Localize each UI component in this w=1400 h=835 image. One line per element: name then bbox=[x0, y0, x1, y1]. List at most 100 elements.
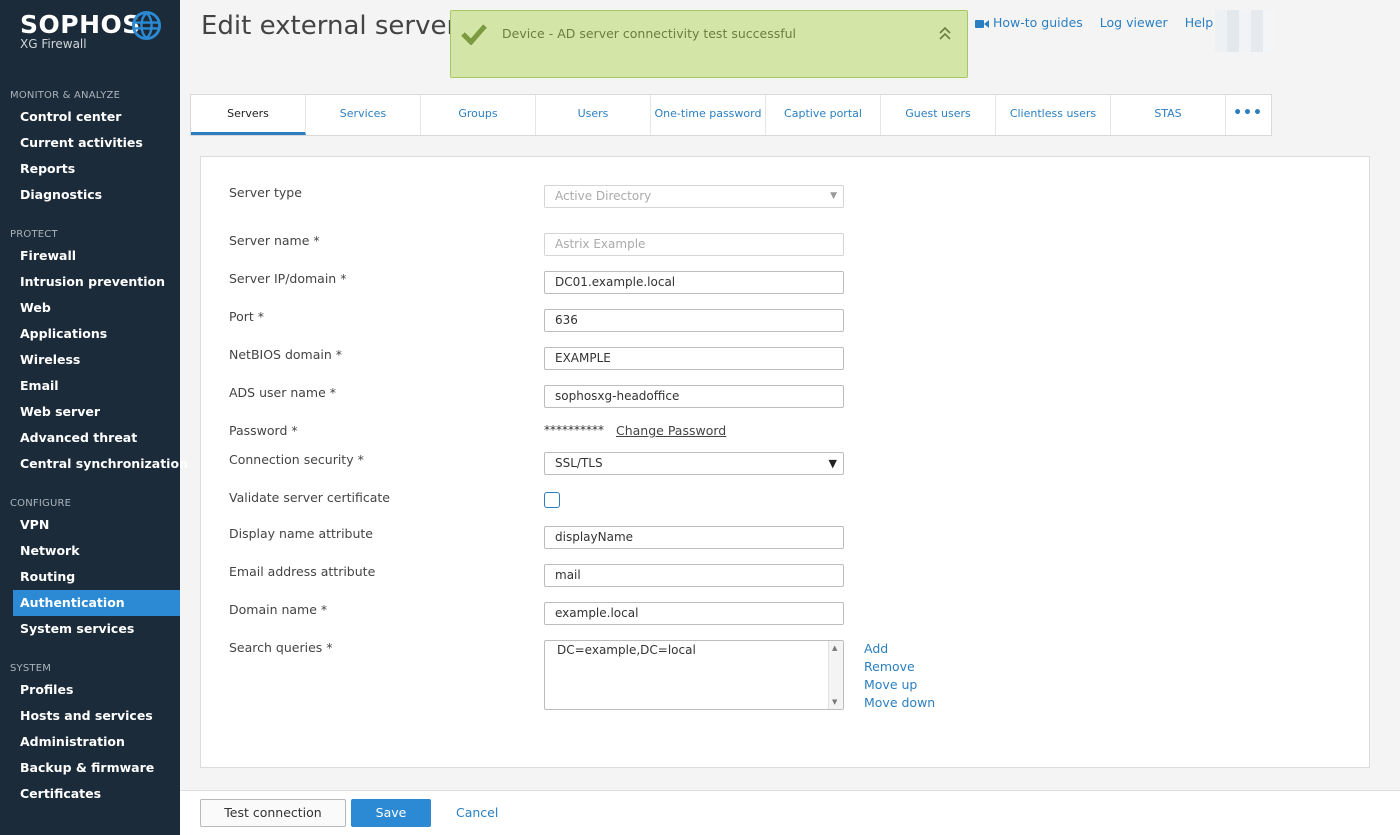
sidebar-item-advanced-threat[interactable]: Advanced threat bbox=[0, 425, 180, 451]
nav-section-monitor: MONITOR & ANALYZE Control center Current… bbox=[0, 88, 180, 208]
remove-query-link[interactable]: Remove bbox=[864, 659, 935, 677]
check-icon bbox=[461, 24, 487, 45]
ads-user-label: ADS user name * bbox=[229, 385, 336, 400]
connection-security-label: Connection security * bbox=[229, 452, 364, 467]
video-icon bbox=[975, 19, 989, 28]
validate-cert-label: Validate server certificate bbox=[229, 490, 390, 505]
nav-heading: SYSTEM bbox=[10, 663, 52, 674]
server-name-label: Server name * bbox=[229, 233, 320, 248]
sidebar-item-system-services[interactable]: System services bbox=[0, 616, 180, 642]
search-queries-label: Search queries * bbox=[229, 640, 333, 655]
search-queries-list[interactable]: DC=example,DC=local ▲ ▼ bbox=[544, 640, 844, 710]
netbios-label: NetBIOS domain * bbox=[229, 347, 342, 362]
save-button[interactable]: Save bbox=[351, 799, 431, 827]
dropdown-arrow-icon: ▼ bbox=[828, 457, 837, 470]
server-name-input[interactable]: Astrix Example bbox=[544, 233, 844, 256]
logo: SOPHOS XG Firewall bbox=[20, 10, 141, 51]
display-name-attr-input[interactable]: displayName bbox=[544, 526, 844, 549]
sidebar-item-vpn[interactable]: VPN bbox=[0, 512, 180, 538]
sidebar-item-reports[interactable]: Reports bbox=[0, 156, 180, 182]
server-ip-label: Server IP/domain * bbox=[229, 271, 347, 286]
sidebar-item-network[interactable]: Network bbox=[0, 538, 180, 564]
sidebar-item-profiles[interactable]: Profiles bbox=[0, 677, 180, 703]
move-down-link[interactable]: Move down bbox=[864, 695, 935, 713]
tab-servers[interactable]: Servers bbox=[191, 95, 306, 135]
sidebar-item-applications[interactable]: Applications bbox=[0, 321, 180, 347]
search-query-item[interactable]: DC=example,DC=local bbox=[557, 643, 696, 657]
connection-security-select[interactable]: SSL/TLS ▼ bbox=[544, 452, 844, 475]
sidebar-item-email[interactable]: Email bbox=[0, 373, 180, 399]
sidebar-item-control-center[interactable]: Control center bbox=[0, 104, 180, 130]
sidebar-item-wireless[interactable]: Wireless bbox=[0, 347, 180, 373]
domain-name-input[interactable]: example.local bbox=[544, 602, 844, 625]
sidebar-item-firewall[interactable]: Firewall bbox=[0, 243, 180, 269]
test-connection-button[interactable]: Test connection bbox=[200, 799, 346, 827]
email-attr-input[interactable]: mail bbox=[544, 564, 844, 587]
change-password-link[interactable]: Change Password bbox=[616, 423, 726, 438]
password-masked: ********** bbox=[544, 423, 604, 437]
sidebar-item-current-activities[interactable]: Current activities bbox=[0, 130, 180, 156]
port-input[interactable]: 636 bbox=[544, 309, 844, 332]
server-type-select[interactable]: Active Directory ▼ bbox=[544, 185, 844, 208]
nav-section-protect: PROTECT Firewall Intrusion prevention We… bbox=[0, 227, 188, 477]
sidebar-item-diagnostics[interactable]: Diagnostics bbox=[0, 182, 180, 208]
sidebar-item-intrusion-prevention[interactable]: Intrusion prevention bbox=[0, 269, 180, 295]
tab-users[interactable]: Users bbox=[536, 95, 651, 135]
nav-heading: PROTECT bbox=[10, 229, 58, 240]
connection-security-value: SSL/TLS bbox=[555, 456, 603, 470]
sidebar: SOPHOS XG Firewall MONITOR & ANALYZE Con… bbox=[0, 0, 188, 835]
action-bar: Test connection Save Cancel bbox=[180, 790, 1400, 835]
nav-heading: CONFIGURE bbox=[10, 498, 72, 509]
password-label: Password * bbox=[229, 423, 298, 438]
tab-one-time-password[interactable]: One-time password bbox=[651, 95, 766, 135]
cancel-button[interactable]: Cancel bbox=[456, 799, 498, 827]
server-form: Server type Active Directory ▼ Server na… bbox=[200, 156, 1370, 768]
netbios-input[interactable]: EXAMPLE bbox=[544, 347, 844, 370]
sidebar-item-authentication[interactable]: Authentication bbox=[13, 590, 180, 616]
sidebar-item-web[interactable]: Web bbox=[0, 295, 180, 321]
sidebar-item-web-server[interactable]: Web server bbox=[0, 399, 180, 425]
avatar[interactable] bbox=[1215, 10, 1275, 52]
sidebar-item-administration[interactable]: Administration bbox=[0, 729, 180, 755]
sidebar-item-routing[interactable]: Routing bbox=[0, 564, 180, 590]
sidebar-item-backup-firmware[interactable]: Backup & firmware bbox=[0, 755, 180, 781]
nav-heading: MONITOR & ANALYZE bbox=[10, 90, 121, 101]
tab-guest-users[interactable]: Guest users bbox=[881, 95, 996, 135]
scroll-down-icon[interactable]: ▼ bbox=[832, 698, 837, 706]
tab-captive-portal[interactable]: Captive portal bbox=[766, 95, 881, 135]
nav-section-system: SYSTEM Profiles Hosts and services Admin… bbox=[0, 661, 180, 807]
port-label: Port * bbox=[229, 309, 265, 324]
nav-section-configure: CONFIGURE VPN Network Routing Authentica… bbox=[0, 496, 180, 642]
notification-text: Device - AD server connectivity test suc… bbox=[502, 26, 797, 41]
top-links: How-to guides Log viewer Help bbox=[975, 15, 1213, 30]
ads-user-input[interactable]: sophosxg-headoffice bbox=[544, 385, 844, 408]
scrollbar[interactable]: ▲ ▼ bbox=[828, 641, 843, 709]
tab-groups[interactable]: Groups bbox=[421, 95, 536, 135]
logo-product: XG Firewall bbox=[20, 37, 87, 51]
server-type-label: Server type bbox=[229, 185, 302, 200]
add-query-link[interactable]: Add bbox=[864, 641, 935, 659]
log-viewer-link[interactable]: Log viewer bbox=[1100, 15, 1168, 30]
search-query-actions: Add Remove Move up Move down bbox=[864, 641, 935, 713]
scroll-up-icon[interactable]: ▲ bbox=[832, 644, 837, 652]
sidebar-item-hosts-and-services[interactable]: Hosts and services bbox=[0, 703, 180, 729]
collapse-icon[interactable] bbox=[939, 26, 951, 40]
validate-cert-checkbox[interactable] bbox=[544, 492, 560, 508]
tab-stas[interactable]: STAS bbox=[1111, 95, 1226, 135]
dropdown-arrow-icon: ▼ bbox=[830, 191, 837, 201]
email-attr-label: Email address attribute bbox=[229, 564, 376, 579]
howto-link[interactable]: How-to guides bbox=[975, 15, 1083, 30]
sidebar-item-central-synchronization[interactable]: Central synchronization bbox=[0, 451, 188, 477]
display-name-attr-label: Display name attribute bbox=[229, 526, 373, 541]
sidebar-item-certificates[interactable]: Certificates bbox=[0, 781, 180, 807]
server-type-value: Active Directory bbox=[555, 189, 652, 203]
server-ip-input[interactable]: DC01.example.local bbox=[544, 271, 844, 294]
move-up-link[interactable]: Move up bbox=[864, 677, 935, 695]
more-tabs-icon[interactable]: ••• bbox=[1226, 95, 1270, 135]
tab-services[interactable]: Services bbox=[306, 95, 421, 135]
help-link[interactable]: Help bbox=[1185, 15, 1214, 30]
page-title: Edit external server bbox=[201, 11, 458, 41]
howto-label: How-to guides bbox=[993, 15, 1083, 30]
domain-name-label: Domain name * bbox=[229, 602, 328, 617]
tab-clientless-users[interactable]: Clientless users bbox=[996, 95, 1111, 135]
